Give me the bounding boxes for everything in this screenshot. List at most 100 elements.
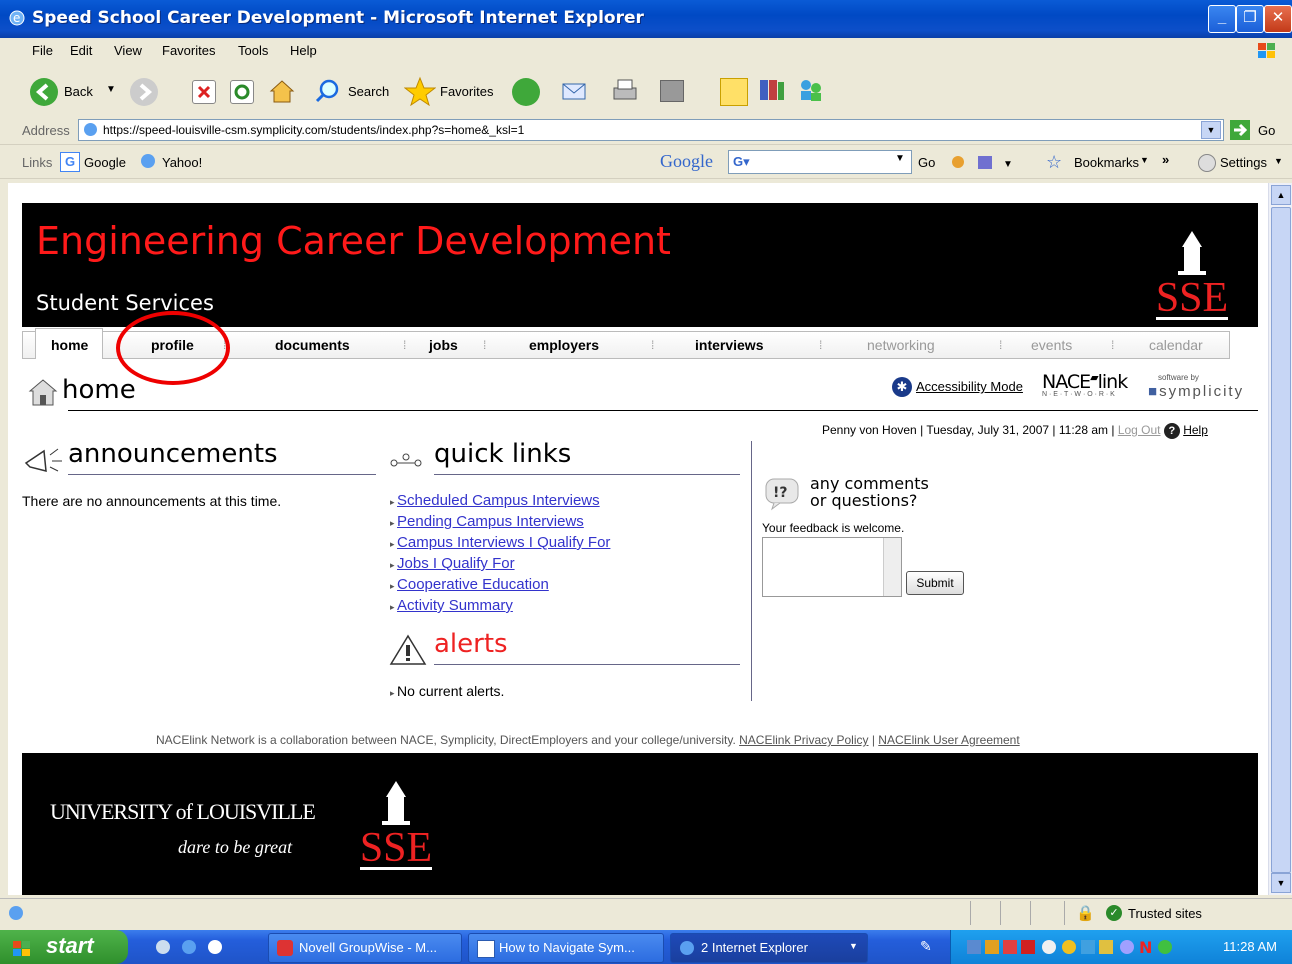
university-name: UNIVERSITY of LOUISVILLE bbox=[50, 799, 316, 824]
nav-networking[interactable]: networking bbox=[867, 337, 935, 353]
status-divider bbox=[1000, 901, 1001, 925]
google-go-button[interactable]: Go bbox=[918, 155, 935, 170]
settings-dropdown-icon[interactable]: ▼ bbox=[1274, 156, 1283, 166]
question-bubble-icon: !? bbox=[764, 477, 802, 511]
ie-task-icon bbox=[679, 940, 695, 956]
favorites-button[interactable]: Favorites bbox=[440, 84, 493, 99]
column-divider bbox=[751, 441, 752, 701]
google-toolbar-logo: Google bbox=[660, 151, 713, 171]
trusted-check-icon: ✓ bbox=[1106, 905, 1122, 921]
menu-file[interactable]: File bbox=[32, 43, 53, 58]
window-title: Speed School Career Development - Micros… bbox=[32, 8, 644, 28]
current-date: Tuesday, July 31, 2007 bbox=[926, 423, 1050, 437]
close-icon[interactable]: ✕ bbox=[1264, 5, 1292, 33]
scroll-thumb[interactable] bbox=[1271, 207, 1291, 873]
print-icon[interactable] bbox=[610, 76, 640, 104]
footer-sse-logo: SSE bbox=[354, 767, 438, 873]
google-g-icon[interactable]: G▾ bbox=[733, 154, 750, 170]
maximize-icon[interactable]: ❐ bbox=[1236, 5, 1264, 33]
quick-link-coop[interactable]: Cooperative Education bbox=[397, 576, 549, 593]
submit-button[interactable]: Submit bbox=[906, 571, 964, 595]
quick-link-pending[interactable]: Pending Campus Interviews bbox=[397, 513, 584, 530]
discuss-icon[interactable] bbox=[720, 78, 748, 106]
page-scrollbar[interactable]: ▲ ▼ bbox=[1268, 183, 1292, 895]
minimize-icon[interactable]: _ bbox=[1208, 5, 1236, 33]
address-dropdown-icon[interactable]: ▼ bbox=[1201, 121, 1221, 139]
help-link[interactable]: Help bbox=[1183, 423, 1208, 437]
nav-events[interactable]: events bbox=[1031, 337, 1072, 353]
link-yahoo[interactable]: Yahoo! bbox=[162, 155, 202, 170]
research-icon[interactable] bbox=[756, 76, 786, 104]
accessibility-mode-link[interactable]: Accessibility Mode bbox=[916, 379, 1023, 394]
menu-edit[interactable]: Edit bbox=[70, 43, 92, 58]
quick-link-scheduled[interactable]: Scheduled Campus Interviews bbox=[397, 492, 600, 509]
scroll-down-icon[interactable]: ▼ bbox=[1271, 873, 1291, 893]
refresh-icon[interactable] bbox=[230, 80, 254, 104]
link-google[interactable]: Google bbox=[84, 155, 126, 170]
mail-icon[interactable] bbox=[560, 78, 588, 104]
edit-icon[interactable] bbox=[660, 80, 684, 102]
back-button[interactable]: Back bbox=[64, 84, 93, 99]
forward-arrow-icon[interactable] bbox=[130, 78, 158, 106]
quick-link-jobs[interactable]: Jobs I Qualify For bbox=[397, 555, 515, 572]
stop-icon[interactable] bbox=[192, 80, 216, 104]
menu-help[interactable]: Help bbox=[290, 43, 317, 58]
google-toolbar-icons[interactable]: ▼ bbox=[948, 154, 1018, 170]
user-name: Penny von Hoven bbox=[822, 423, 917, 437]
address-url: https://speed-louisville-csm.symplicity.… bbox=[103, 123, 525, 137]
bookmarks-button[interactable]: Bookmarks bbox=[1074, 155, 1139, 170]
menu-view[interactable]: View bbox=[114, 43, 142, 58]
task-groupwise[interactable]: Novell GroupWise - M... bbox=[268, 933, 462, 963]
task-internet-explorer[interactable]: 2 Internet Explorer ▼ bbox=[670, 933, 868, 963]
software-by-label: software by bbox=[1158, 373, 1199, 382]
quick-link-qualify[interactable]: Campus Interviews I Qualify For bbox=[397, 534, 610, 551]
lock-icon: 🔒 bbox=[1076, 905, 1095, 922]
task-word-doc[interactable]: How to Navigate Sym... bbox=[468, 933, 664, 963]
word-doc-icon bbox=[477, 940, 495, 958]
nav-home[interactable]: home bbox=[51, 337, 88, 353]
quick-launch-icons[interactable] bbox=[154, 938, 234, 956]
task-group-dropdown-icon[interactable]: ▼ bbox=[849, 941, 858, 951]
messenger-icon[interactable] bbox=[796, 76, 826, 104]
menu-favorites[interactable]: Favorites bbox=[162, 43, 215, 58]
go-button[interactable]: Go bbox=[1258, 123, 1275, 138]
nav-calendar[interactable]: calendar bbox=[1149, 337, 1203, 353]
back-arrow-icon[interactable] bbox=[30, 78, 58, 106]
symplicity-logo-text: symplicity bbox=[1159, 383, 1245, 400]
clock: 11:28 AM bbox=[1223, 939, 1277, 954]
nav-jobs[interactable]: jobs bbox=[429, 337, 458, 353]
quick-link-activity[interactable]: Activity Summary bbox=[397, 597, 513, 614]
university-tagline: dare to be great bbox=[178, 837, 293, 857]
logout-link[interactable]: Log Out bbox=[1118, 423, 1161, 437]
bookmarks-dropdown-icon[interactable]: ▼ bbox=[1140, 155, 1149, 165]
scroll-up-icon[interactable]: ▲ bbox=[1271, 185, 1291, 205]
home-icon[interactable] bbox=[268, 78, 296, 104]
nav-documents[interactable]: documents bbox=[275, 337, 350, 353]
sse-logo-text: SSE bbox=[1156, 275, 1228, 321]
menu-tools[interactable]: Tools bbox=[238, 43, 268, 58]
tray-icons[interactable]: N bbox=[965, 938, 1205, 957]
back-dropdown-icon[interactable]: ▼ bbox=[106, 84, 116, 95]
alert-icon bbox=[388, 633, 428, 667]
google-search-input[interactable]: G▾ ▼ bbox=[728, 150, 912, 174]
feedback-textarea[interactable] bbox=[762, 537, 902, 597]
search-button[interactable]: Search bbox=[348, 84, 389, 99]
search-icon[interactable] bbox=[314, 78, 342, 104]
more-chevron-icon[interactable]: » bbox=[1162, 152, 1169, 167]
feedback-scrollbar[interactable] bbox=[883, 538, 901, 596]
privacy-policy-link[interactable]: NACElink Privacy Policy bbox=[739, 733, 868, 747]
history-icon[interactable] bbox=[512, 78, 540, 106]
favorites-star-icon[interactable] bbox=[403, 76, 437, 107]
svg-text:!?: !? bbox=[773, 485, 788, 501]
google-search-dropdown-icon[interactable]: ▼ bbox=[895, 153, 905, 164]
address-field[interactable]: https://speed-louisville-csm.symplicity.… bbox=[78, 119, 1224, 141]
announcements-text: There are no announcements at this time. bbox=[22, 493, 282, 509]
settings-button[interactable]: Settings bbox=[1220, 155, 1267, 170]
user-agreement-link[interactable]: NACElink User Agreement bbox=[878, 733, 1019, 747]
pen-icon[interactable]: ✎ bbox=[920, 938, 932, 955]
nav-employers[interactable]: employers bbox=[529, 337, 599, 353]
window-title-bar[interactable]: e Speed School Career Development - Micr… bbox=[0, 0, 1292, 38]
nav-interviews[interactable]: interviews bbox=[695, 337, 763, 353]
start-button[interactable]: start bbox=[0, 930, 128, 964]
go-arrow-icon[interactable] bbox=[1230, 120, 1250, 140]
